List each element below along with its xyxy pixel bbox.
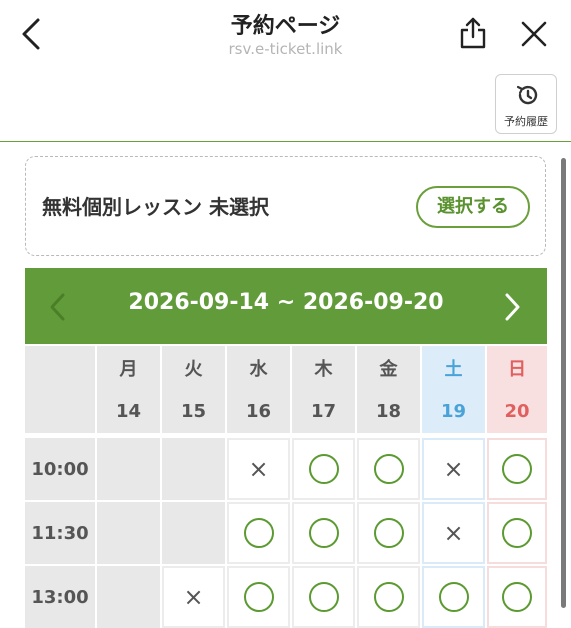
- history-label: 予約履歴: [504, 115, 548, 128]
- full-slot: ×: [422, 438, 485, 500]
- available-circle-icon: [373, 518, 404, 548]
- unavailable-slot: [97, 438, 160, 500]
- available-circle-icon: [308, 518, 339, 548]
- time-slot-label: 11:30: [25, 502, 95, 564]
- available-slot[interactable]: [357, 502, 420, 564]
- available-slot[interactable]: [357, 438, 420, 500]
- unavailable-slot: [97, 502, 160, 564]
- available-circle-icon: [243, 582, 274, 612]
- available-slot[interactable]: [487, 438, 547, 500]
- day-name-header: 土: [422, 346, 485, 390]
- available-circle-icon: [502, 518, 532, 548]
- available-slot[interactable]: [227, 502, 290, 564]
- unavailable-slot: [162, 502, 225, 564]
- full-cross-icon: ×: [443, 519, 464, 547]
- available-circle-icon: [308, 582, 339, 612]
- select-lesson-button[interactable]: 選択する: [416, 186, 530, 228]
- day-date-header: 18: [357, 389, 420, 433]
- available-circle-icon: [438, 582, 469, 612]
- available-slot[interactable]: [422, 566, 485, 628]
- share-icon[interactable]: [458, 16, 488, 50]
- full-cross-icon: ×: [443, 455, 464, 483]
- available-slot[interactable]: [487, 566, 547, 628]
- time-slot-label: 13:00: [25, 566, 95, 628]
- day-name-header: 月: [97, 346, 160, 390]
- next-week-icon[interactable]: [501, 290, 523, 324]
- day-date-header: 20: [487, 389, 547, 433]
- lesson-selection-box: 無料個別レッスン 未選択 選択する: [25, 156, 546, 256]
- available-circle-icon: [502, 454, 532, 484]
- history-button[interactable]: 予約履歴: [495, 74, 557, 134]
- unavailable-slot: [97, 566, 160, 628]
- week-navigation-bar: 2026-09-14 ~ 2026-09-20: [25, 268, 547, 344]
- day-date-header: 15: [162, 389, 225, 433]
- day-date-header: 16: [227, 389, 290, 433]
- day-name-header: 水: [227, 346, 290, 390]
- full-slot: ×: [227, 438, 290, 500]
- full-cross-icon: ×: [248, 455, 269, 483]
- history-clock-icon: [516, 85, 538, 105]
- day-name-header: 日: [487, 346, 547, 390]
- day-name-header: 火: [162, 346, 225, 390]
- week-range: 2026-09-14 ~ 2026-09-20: [128, 290, 444, 315]
- full-cross-icon: ×: [183, 583, 204, 611]
- available-circle-icon: [373, 454, 404, 484]
- day-name-header: 木: [292, 346, 355, 390]
- day-name-header: 金: [357, 346, 420, 390]
- available-slot[interactable]: [357, 566, 420, 628]
- available-circle-icon: [373, 582, 404, 612]
- lesson-status: 無料個別レッスン 未選択: [42, 195, 269, 219]
- available-circle-icon: [308, 454, 339, 484]
- available-slot[interactable]: [292, 502, 355, 564]
- day-date-header: 14: [97, 389, 160, 433]
- day-date-header: 17: [292, 389, 355, 433]
- scrollbar[interactable]: [561, 158, 566, 608]
- full-slot: ×: [162, 566, 225, 628]
- unavailable-slot: [162, 438, 225, 500]
- grid-corner: [25, 346, 95, 390]
- available-circle-icon: [502, 582, 532, 612]
- day-date-header: 19: [422, 389, 485, 433]
- available-slot[interactable]: [227, 566, 290, 628]
- time-slot-label: 10:00: [25, 438, 95, 500]
- browser-header: 予約ページ rsv.e-ticket.link: [0, 0, 571, 68]
- available-slot[interactable]: [292, 438, 355, 500]
- full-slot: ×: [422, 502, 485, 564]
- history-area: 予約履歴: [0, 68, 571, 142]
- available-circle-icon: [243, 518, 274, 548]
- available-slot[interactable]: [487, 502, 547, 564]
- available-slot[interactable]: [292, 566, 355, 628]
- close-icon[interactable]: [520, 20, 548, 48]
- grid-corner: [25, 389, 95, 433]
